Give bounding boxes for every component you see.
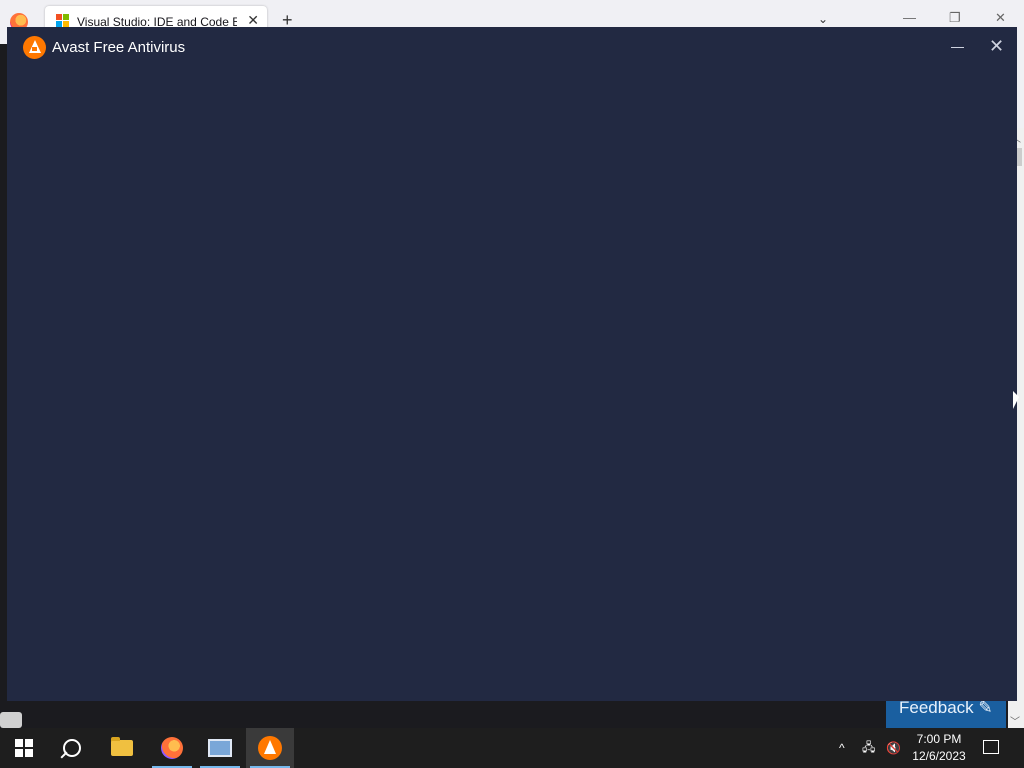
avast-logo-icon <box>23 36 46 59</box>
volume-muted-icon[interactable]: 🔇 <box>886 728 901 768</box>
avast-window-title: Avast Free Antivirus <box>52 39 186 56</box>
taskbar: ^ 🖧 🔇 7:00 PM 12/6/2023 <box>0 728 1024 768</box>
network-tool-icon <box>208 739 232 757</box>
scroll-down-icon[interactable]: ﹀ <box>1010 713 1020 728</box>
browser-minimize-button[interactable]: — <box>903 10 916 25</box>
firefox-icon <box>161 737 183 759</box>
page-bottom-area <box>0 700 1008 728</box>
clock-time: 7:00 PM <box>916 732 962 746</box>
avast-icon <box>258 736 282 760</box>
search-icon <box>63 739 81 757</box>
browser-restore-button[interactable]: ❐ <box>949 10 961 26</box>
avast-minimize-button[interactable] <box>951 47 964 48</box>
avast-window: Avast Free Antivirus ✕ <box>7 27 1017 701</box>
tray-chevron-icon[interactable]: ^ <box>839 728 845 768</box>
microsoft-logo-icon <box>56 14 70 28</box>
folder-icon <box>111 737 133 756</box>
clock-date: 12/6/2023 <box>912 749 966 763</box>
notification-center-icon[interactable] <box>983 740 999 754</box>
partial-control[interactable] <box>0 712 22 728</box>
network-tray-icon[interactable]: 🖧 <box>862 728 875 768</box>
network-tool-taskbar-button[interactable] <box>196 728 244 768</box>
search-button[interactable] <box>48 728 96 768</box>
avast-title-bar[interactable]: Avast Free Antivirus ✕ <box>7 27 1017 67</box>
start-button[interactable] <box>0 728 48 768</box>
tab-list-button[interactable]: ⌄ <box>818 12 828 26</box>
clock[interactable]: 7:00 PM 12/6/2023 <box>905 731 973 765</box>
firefox-taskbar-button[interactable] <box>148 728 196 768</box>
avast-content-area <box>7 67 1017 701</box>
avast-taskbar-button[interactable] <box>246 728 294 768</box>
mouse-cursor-icon <box>1013 391 1019 409</box>
windows-logo-icon <box>15 739 33 757</box>
file-explorer-button[interactable] <box>98 728 146 768</box>
browser-close-button[interactable]: ✕ <box>995 10 1006 26</box>
avast-close-button[interactable]: ✕ <box>989 36 1004 56</box>
